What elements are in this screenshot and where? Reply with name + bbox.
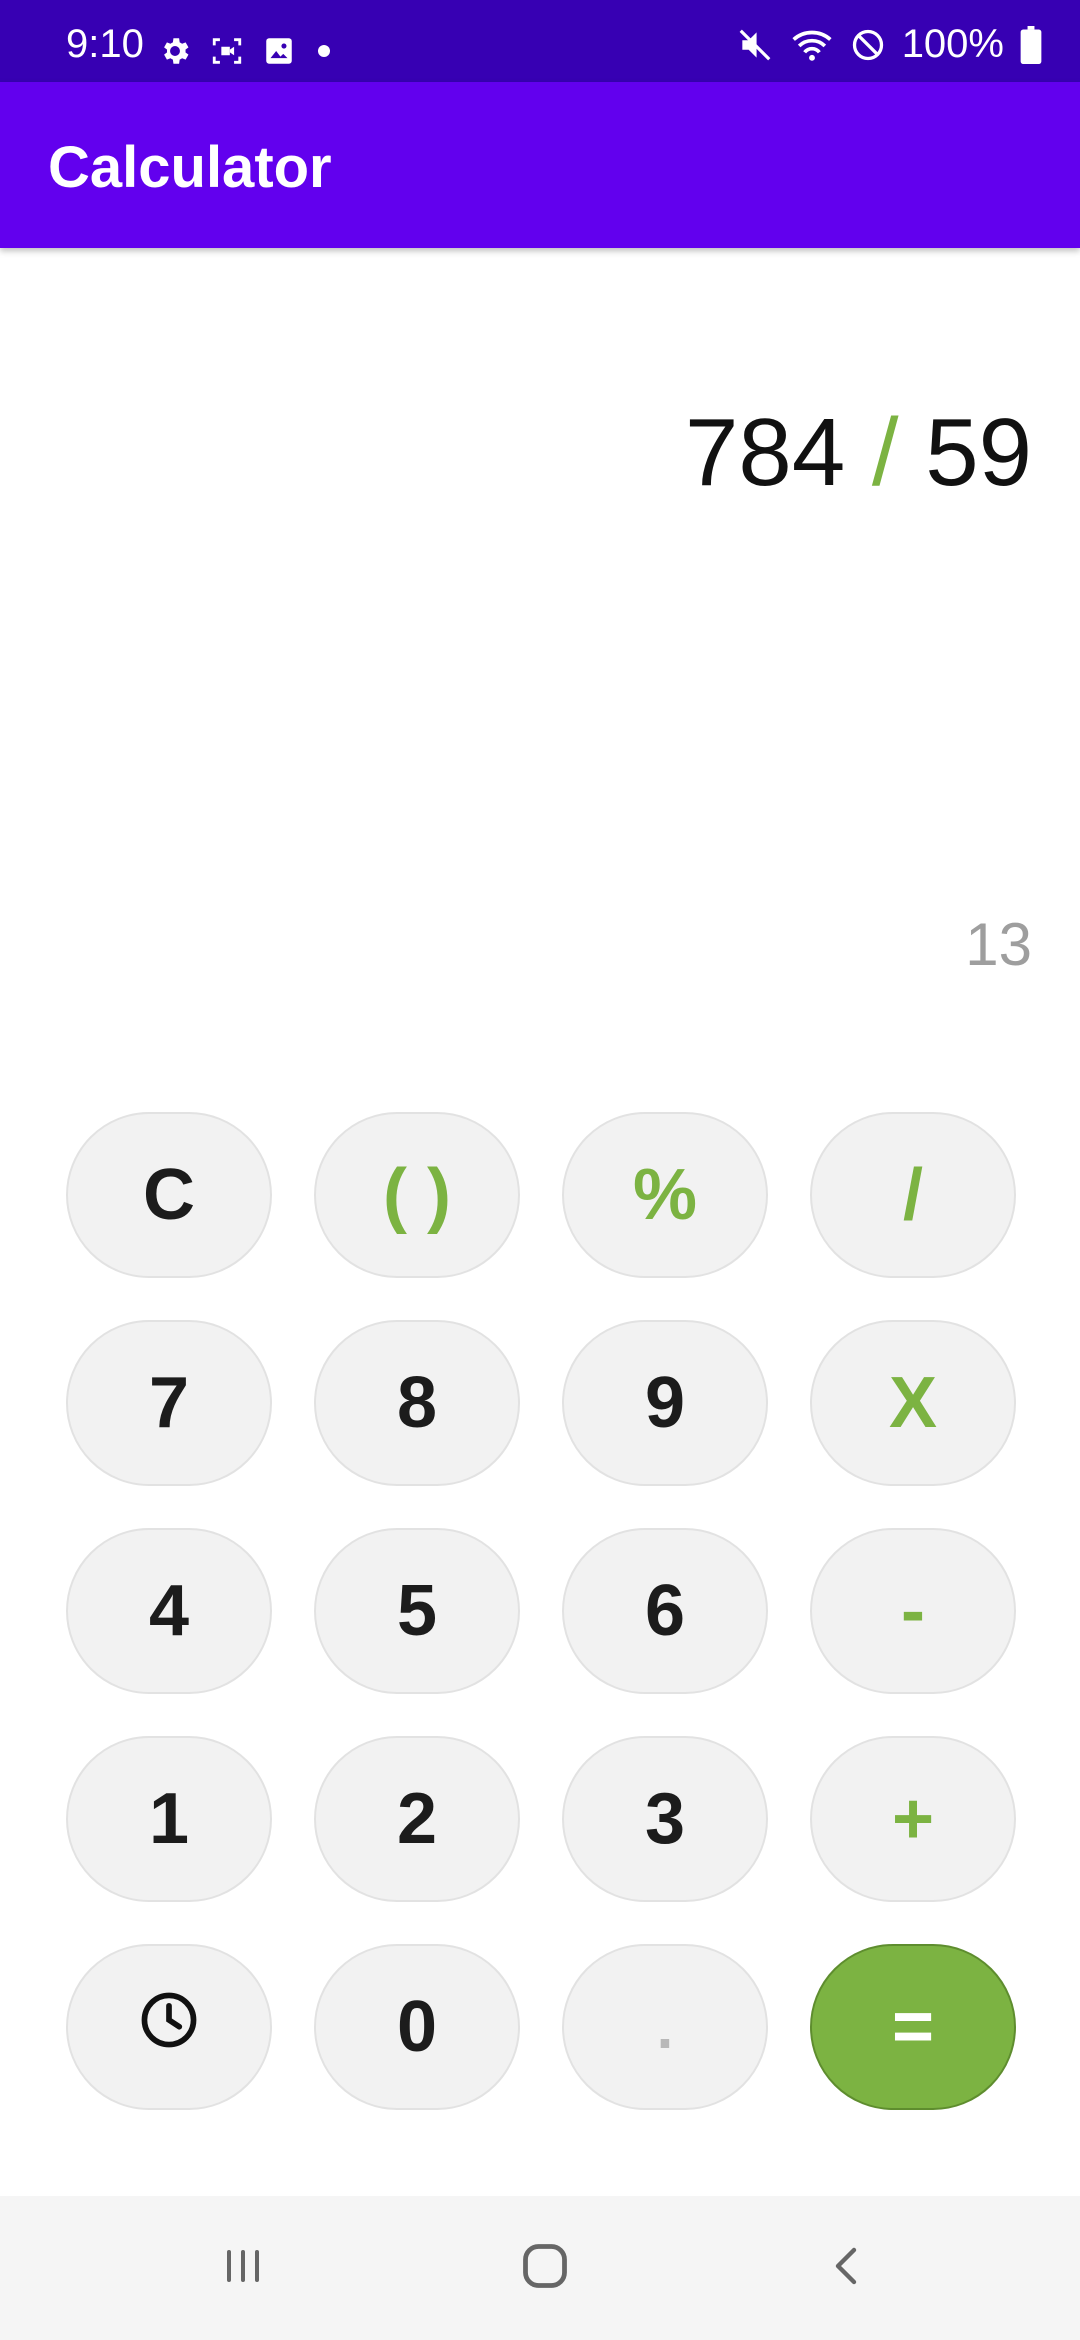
digit-1-button[interactable]: 1	[66, 1736, 272, 1902]
operand-1: 784	[685, 399, 846, 506]
do-not-disturb-icon	[850, 27, 886, 63]
recent-apps-button[interactable]	[163, 2196, 323, 2340]
image-icon	[262, 34, 296, 68]
result-preview: 13	[965, 911, 1032, 978]
subtract-button[interactable]: -	[810, 1528, 1016, 1694]
mute-icon	[736, 26, 774, 64]
equals-button[interactable]: =	[810, 1944, 1016, 2110]
digit-4-button[interactable]: 4	[66, 1528, 272, 1694]
home-icon	[519, 2240, 571, 2297]
multiply-button[interactable]: X	[810, 1320, 1016, 1486]
divide-button[interactable]: /	[810, 1112, 1016, 1278]
battery-icon	[1020, 25, 1042, 64]
digit-8-button[interactable]: 8	[314, 1320, 520, 1486]
digit-7-button[interactable]: 7	[66, 1320, 272, 1486]
operand-2: 59	[925, 399, 1032, 506]
back-icon	[824, 2242, 872, 2295]
digit-9-button[interactable]: 9	[562, 1320, 768, 1486]
clear-button[interactable]: C	[66, 1112, 272, 1278]
expression-display: 784 / 59	[685, 398, 1032, 508]
recent-apps-icon	[219, 2242, 267, 2295]
percent-button[interactable]: %	[562, 1112, 768, 1278]
digit-3-button[interactable]: 3	[562, 1736, 768, 1902]
digit-2-button[interactable]: 2	[314, 1736, 520, 1902]
status-time: 9:10	[66, 22, 144, 66]
navigation-bar	[0, 2196, 1080, 2340]
digit-6-button[interactable]: 6	[562, 1528, 768, 1694]
app-title: Calculator	[48, 135, 332, 200]
history-icon	[138, 1986, 200, 2068]
digit-5-button[interactable]: 5	[314, 1528, 520, 1694]
wifi-icon	[790, 26, 834, 64]
back-button[interactable]	[768, 2196, 928, 2340]
digit-0-button[interactable]: 0	[314, 1944, 520, 2110]
battery-text: 100%	[901, 22, 1004, 66]
parentheses-button[interactable]: ( )	[314, 1112, 520, 1278]
history-button[interactable]	[66, 1944, 272, 2110]
dot-icon	[314, 41, 334, 61]
keypad: C ( ) % / 7 8 9 X 4 5 6 - 1 2 3 + 0 . =	[0, 0, 1080, 2340]
add-button[interactable]: +	[810, 1736, 1016, 1902]
app-bar: Calculator	[0, 82, 1080, 248]
decimal-button[interactable]: .	[562, 1944, 768, 2110]
home-button[interactable]	[465, 2196, 625, 2340]
gear-icon	[158, 34, 192, 68]
screen-record-icon	[210, 34, 244, 68]
status-bar: 9:10 100%	[0, 0, 1080, 82]
operator: /	[871, 399, 899, 506]
